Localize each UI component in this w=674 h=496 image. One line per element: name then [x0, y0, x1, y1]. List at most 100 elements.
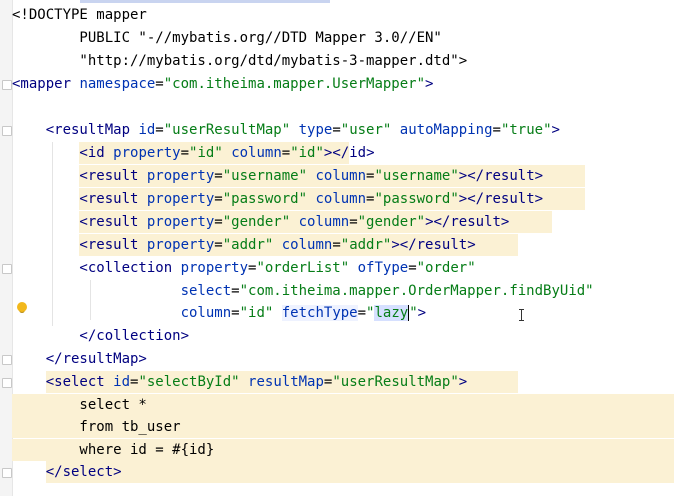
code-line[interactable]: <mapper namespace="com.itheima.mapper.Us… — [0, 73, 674, 95]
code-token: "username" — [374, 168, 459, 184]
selected-text: lazy — [374, 305, 410, 321]
text-cursor-icon — [519, 309, 524, 321]
code-line[interactable]: <result property="addr" column="addr"></… — [0, 234, 674, 256]
code-token: ></id> — [323, 145, 375, 161]
code-token: = — [281, 145, 291, 161]
fold-marker-icon[interactable] — [2, 80, 12, 90]
code-line[interactable]: <id property="id" column="id"></id> — [0, 142, 674, 164]
code-line[interactable]: where id = #{id} — [0, 439, 674, 461]
code-line[interactable]: </resultMap> — [0, 348, 674, 370]
code-line[interactable]: PUBLIC "-//mybatis.org//DTD Mapper 3.0//… — [0, 27, 674, 49]
code-token: "addr" — [222, 237, 274, 253]
code-token: property — [146, 237, 215, 253]
code-token: "id" — [239, 305, 274, 321]
code-token: <!DOCTYPE mapper — [12, 7, 147, 23]
code-token: <select — [12, 374, 114, 390]
code-editor[interactable]: <!DOCTYPE mapper PUBLIC "-//mybatis.org/… — [0, 0, 674, 496]
indent-guide — [90, 280, 91, 320]
code-token: <result — [12, 168, 147, 184]
code-line[interactable]: <collection property="orderList" ofType=… — [0, 257, 674, 279]
code-line[interactable]: </collection> — [0, 325, 674, 347]
code-line[interactable]: column="id" fetchType="lazy"> — [0, 302, 674, 324]
code-token: select — [180, 283, 232, 299]
code-line[interactable]: </select> — [0, 461, 674, 483]
code-token: type — [298, 122, 333, 138]
code-line[interactable]: <select id="selectById" resultMap="userR… — [0, 371, 674, 393]
code-token: = — [492, 122, 501, 138]
code-token: = — [231, 305, 240, 321]
code-token: column — [315, 191, 367, 207]
code-token: <collection — [12, 260, 181, 276]
code-line[interactable]: select="com.itheima.mapper.OrderMapper.f… — [0, 280, 674, 302]
code-token: = — [214, 237, 223, 253]
code-token: = — [332, 237, 341, 253]
code-token: ></result> — [425, 214, 510, 230]
fold-marker-icon[interactable] — [2, 264, 12, 274]
code-line[interactable]: select * — [0, 394, 674, 416]
code-token: property — [146, 191, 215, 207]
code-line[interactable]: <result property="password" column="pass… — [0, 188, 674, 210]
code-token: = — [357, 305, 367, 321]
code-token: " — [409, 305, 418, 321]
code-token: = — [231, 283, 240, 299]
code-token: column — [281, 237, 333, 253]
code-token: > — [425, 76, 434, 92]
code-token: id — [138, 122, 156, 138]
code-token: = — [332, 122, 341, 138]
code-token: ></result> — [458, 168, 544, 184]
code-token: = — [349, 214, 358, 230]
code-token: "true" — [500, 122, 552, 138]
code-token: = — [214, 214, 223, 230]
code-line[interactable]: <result property="username" column="user… — [0, 165, 674, 187]
code-line[interactable]: from tb_user — [0, 416, 674, 438]
fold-marker-icon[interactable] — [2, 126, 12, 136]
code-token: "password" — [222, 191, 308, 207]
code-token: </resultMap> — [12, 351, 147, 367]
code-token: where id = #{id} — [12, 442, 215, 458]
code-token: <resultMap — [12, 122, 139, 138]
code-line[interactable]: "http://mybatis.org/dtd/mybatis-3-mapper… — [0, 50, 674, 72]
code-line[interactable]: <result property="gender" column="gender… — [0, 211, 674, 233]
code-token: </collection> — [12, 328, 190, 344]
code-token: "username" — [222, 168, 308, 184]
code-token: "userResultMap" — [163, 122, 291, 138]
fold-marker-icon[interactable] — [2, 355, 12, 365]
code-token: "gender" — [222, 214, 291, 230]
code-token: > — [551, 122, 560, 138]
code-token: "id" — [189, 145, 223, 161]
code-token: > — [458, 374, 468, 390]
code-token: "http://mybatis.org/dtd/mybatis-3-mapper… — [12, 53, 468, 69]
code-token: ></result> — [458, 191, 544, 207]
code-token: "id" — [290, 145, 324, 161]
code-token: property — [113, 145, 181, 161]
fold-marker-icon[interactable] — [2, 468, 12, 478]
code-token: column — [231, 145, 282, 161]
line-highlight — [45, 461, 674, 483]
code-token: > — [417, 305, 427, 321]
code-token: = — [155, 122, 164, 138]
code-token: property — [180, 260, 249, 276]
code-token: = — [408, 260, 417, 276]
code-token: = — [180, 145, 190, 161]
indent-guide — [52, 142, 53, 326]
code-line[interactable] — [0, 96, 674, 118]
code-token: column — [315, 168, 367, 184]
code-token: property — [146, 214, 215, 230]
code-line[interactable]: <!DOCTYPE mapper — [0, 4, 674, 26]
fold-marker-icon[interactable] — [2, 378, 12, 388]
lightbulb-icon[interactable] — [17, 302, 27, 312]
code-token: ></result> — [391, 237, 476, 253]
code-token: id — [113, 374, 131, 390]
code-token: namespace — [79, 76, 156, 92]
code-line[interactable]: <resultMap id="userResultMap" type="user… — [0, 119, 674, 141]
